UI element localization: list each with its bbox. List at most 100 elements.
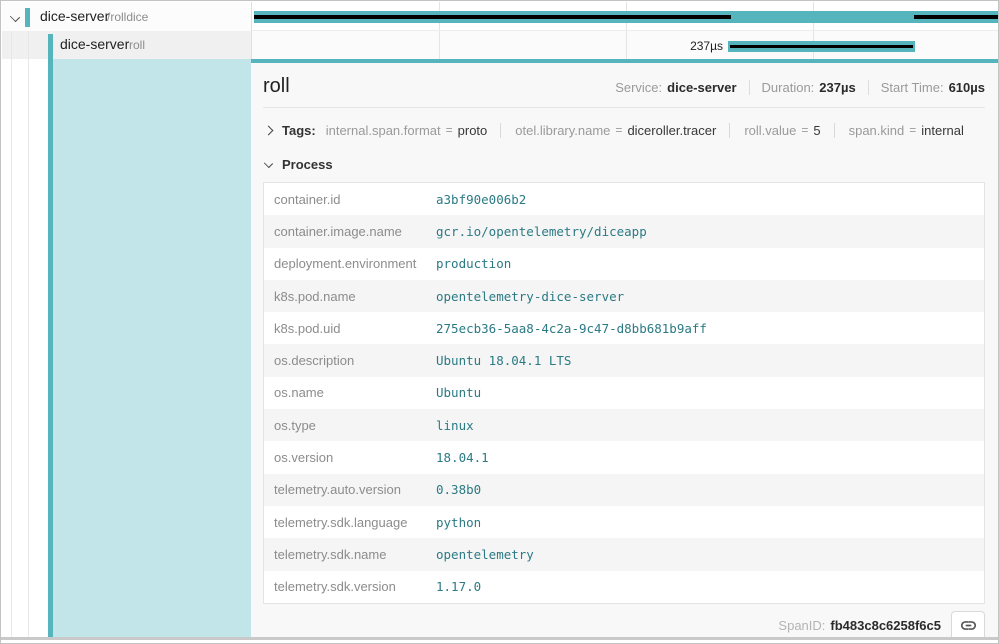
indent-guide <box>28 31 29 637</box>
selected-row-highlight <box>53 59 251 637</box>
process-value: opentelemetry <box>436 547 534 562</box>
tag-equals: = <box>909 123 916 137</box>
process-table-row: deployment.environment production <box>264 248 984 280</box>
process-value: production <box>436 256 511 271</box>
process-value: linux <box>436 418 474 433</box>
process-key: container.image.name <box>264 224 436 239</box>
span-detail-card: roll Service: dice-server Duration: 237µ… <box>251 59 999 637</box>
process-label[interactable]: Process <box>282 157 333 172</box>
process-table-row: telemetry.sdk.name opentelemetry <box>264 538 984 570</box>
process-value: 1.17.0 <box>436 579 481 594</box>
operation-name[interactable]: roll <box>129 38 145 52</box>
span-color-bar <box>25 8 30 27</box>
chevron-down-icon[interactable] <box>264 158 273 167</box>
detail-header: roll Service: dice-server Duration: 237µ… <box>263 75 985 98</box>
indent-guide <box>11 31 12 637</box>
process-key: telemetry.auto.version <box>264 482 436 497</box>
spanid-value: fb483c8c6258f6c5 <box>830 618 941 633</box>
process-key: deployment.environment <box>264 256 436 271</box>
process-value: opentelemetry-dice-server <box>436 289 624 304</box>
span-duration-label: 237µs <box>690 39 723 53</box>
tags-section[interactable]: Tags: internal.span.format = proto otel.… <box>263 118 985 142</box>
process-value: Ubuntu <box>436 385 481 400</box>
process-table-row: os.description Ubuntu 18.04.1 LTS <box>264 344 984 376</box>
process-table-row: telemetry.sdk.language python <box>264 506 984 538</box>
process-value: 18.04.1 <box>436 450 489 465</box>
tag-value: diceroller.tracer <box>627 123 716 138</box>
meta-value: dice-server <box>667 80 736 95</box>
process-key: k8s.pod.uid <box>264 321 436 336</box>
tag-key: otel.library.name <box>515 123 610 138</box>
span-title: roll <box>263 75 290 98</box>
tag-key: roll.value <box>744 123 796 138</box>
span-bar-rolldice[interactable] <box>254 11 998 23</box>
tree-row-rolldice[interactable]: dice-server /rolldice <box>2 2 251 31</box>
process-table-row: telemetry.auto.version 0.38b0 <box>264 474 984 506</box>
copy-span-link-button[interactable] <box>951 611 985 637</box>
process-value: gcr.io/opentelemetry/diceapp <box>436 224 647 239</box>
tag-item: internal.span.format = proto <box>326 123 488 138</box>
process-value: 0.38b0 <box>436 482 481 497</box>
tree-row-roll[interactable]: dice-server roll <box>2 31 251 59</box>
process-table-row: os.version 18.04.1 <box>264 441 984 473</box>
process-key: telemetry.sdk.name <box>264 547 436 562</box>
process-value: 275ecb36-5aa8-4c2a-9c47-d8bb681b9aff <box>436 321 707 336</box>
process-value: Ubuntu 18.04.1 LTS <box>436 353 571 368</box>
process-value: python <box>436 515 481 530</box>
detail-footer: SpanID: fb483c8c6258f6c5 <box>263 611 985 637</box>
tag-equals: = <box>801 123 808 137</box>
process-table-row: telemetry.sdk.version 1.17.0 <box>264 571 984 603</box>
process-section-header[interactable]: Process <box>263 155 985 173</box>
span-bar-overlay <box>914 15 998 19</box>
tag-item: roll.value = 5 <box>729 123 820 138</box>
meta-item: Service: dice-server <box>615 80 736 95</box>
tag-item: span.kind = internal <box>834 123 964 138</box>
process-table-row: k8s.pod.uid 275ecb36-5aa8-4c2a-9c47-d8bb… <box>264 312 984 344</box>
tag-equals: = <box>446 123 453 137</box>
tag-key: span.kind <box>849 123 905 138</box>
process-key: telemetry.sdk.version <box>264 579 436 594</box>
process-key: os.type <box>264 418 436 433</box>
tag-item: otel.library.name = diceroller.tracer <box>500 123 716 138</box>
service-name[interactable]: dice-server <box>40 8 109 24</box>
tag-value: internal <box>921 123 964 138</box>
tag-value: proto <box>458 123 488 138</box>
process-value: a3bf90e006b2 <box>436 192 526 207</box>
process-table: container.id a3bf90e006b2 container.imag… <box>263 182 985 604</box>
tags-label[interactable]: Tags: <box>282 123 316 138</box>
process-table-row: container.image.name gcr.io/opentelemetr… <box>264 215 984 247</box>
meta-value: 610µs <box>949 80 985 95</box>
meta-item: Duration: 237µs <box>749 80 856 95</box>
meta-label: Service: <box>615 80 662 95</box>
operation-name[interactable]: /rolldice <box>107 10 148 24</box>
tag-value: 5 <box>813 123 820 138</box>
span-bar-overlay <box>254 15 731 19</box>
tags-list: internal.span.format = proto otel.librar… <box>326 123 964 138</box>
process-table-row: os.name Ubuntu <box>264 377 984 409</box>
bottom-border <box>1 637 999 640</box>
tag-equals: = <box>615 123 622 137</box>
span-bar-roll[interactable] <box>728 41 915 52</box>
process-key: os.description <box>264 353 436 368</box>
timeline-header: 237µs <box>251 2 999 59</box>
tag-key: internal.span.format <box>326 123 441 138</box>
process-key: k8s.pod.name <box>264 289 436 304</box>
meta-item: Start Time: 610µs <box>868 80 985 95</box>
timeline-row-divider <box>252 30 999 31</box>
process-key: telemetry.sdk.language <box>264 515 436 530</box>
process-key: os.name <box>264 385 436 400</box>
process-key: os.version <box>264 450 436 465</box>
span-meta: Service: dice-server Duration: 237µs Sta… <box>615 80 985 95</box>
process-table-row: k8s.pod.name opentelemetry-dice-server <box>264 280 984 312</box>
process-table-row: container.id a3bf90e006b2 <box>264 183 984 215</box>
spanid-label: SpanID: <box>778 618 825 633</box>
service-name[interactable]: dice-server <box>60 36 129 52</box>
link-icon <box>960 617 977 634</box>
chevron-down-icon[interactable] <box>10 12 20 22</box>
span-bar-overlay <box>730 45 913 48</box>
process-table-row: os.type linux <box>264 409 984 441</box>
process-key: container.id <box>264 192 436 207</box>
meta-label: Start Time: <box>881 80 944 95</box>
header-divider <box>263 107 985 108</box>
chevron-right-icon[interactable] <box>264 125 274 135</box>
